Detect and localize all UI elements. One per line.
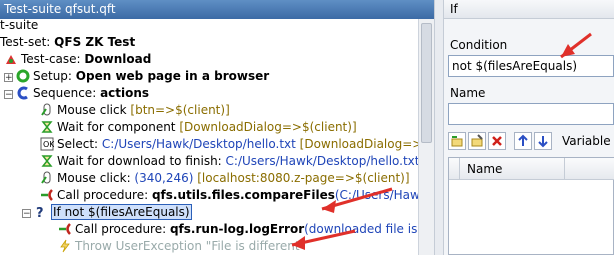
annotation-arrows xyxy=(291,187,393,250)
scrollbar-thumb[interactable] xyxy=(421,23,432,143)
node-details-panel: If Condition not $(filesAreEquals) Name … xyxy=(444,0,614,255)
test-suite-title: Test-suite qfsut.qft xyxy=(0,0,434,19)
annotation-arrow-condition xyxy=(560,32,592,59)
tree-vertical-scrollbar[interactable] xyxy=(418,19,434,255)
panel-splitter[interactable] xyxy=(434,0,444,255)
test-suite-panel: Test-suite qfsut.qft t-suite Test-set: Q… xyxy=(0,0,434,255)
test-tree[interactable]: t-suite Test-set: QFS ZK Test Test-case:… xyxy=(0,18,434,255)
